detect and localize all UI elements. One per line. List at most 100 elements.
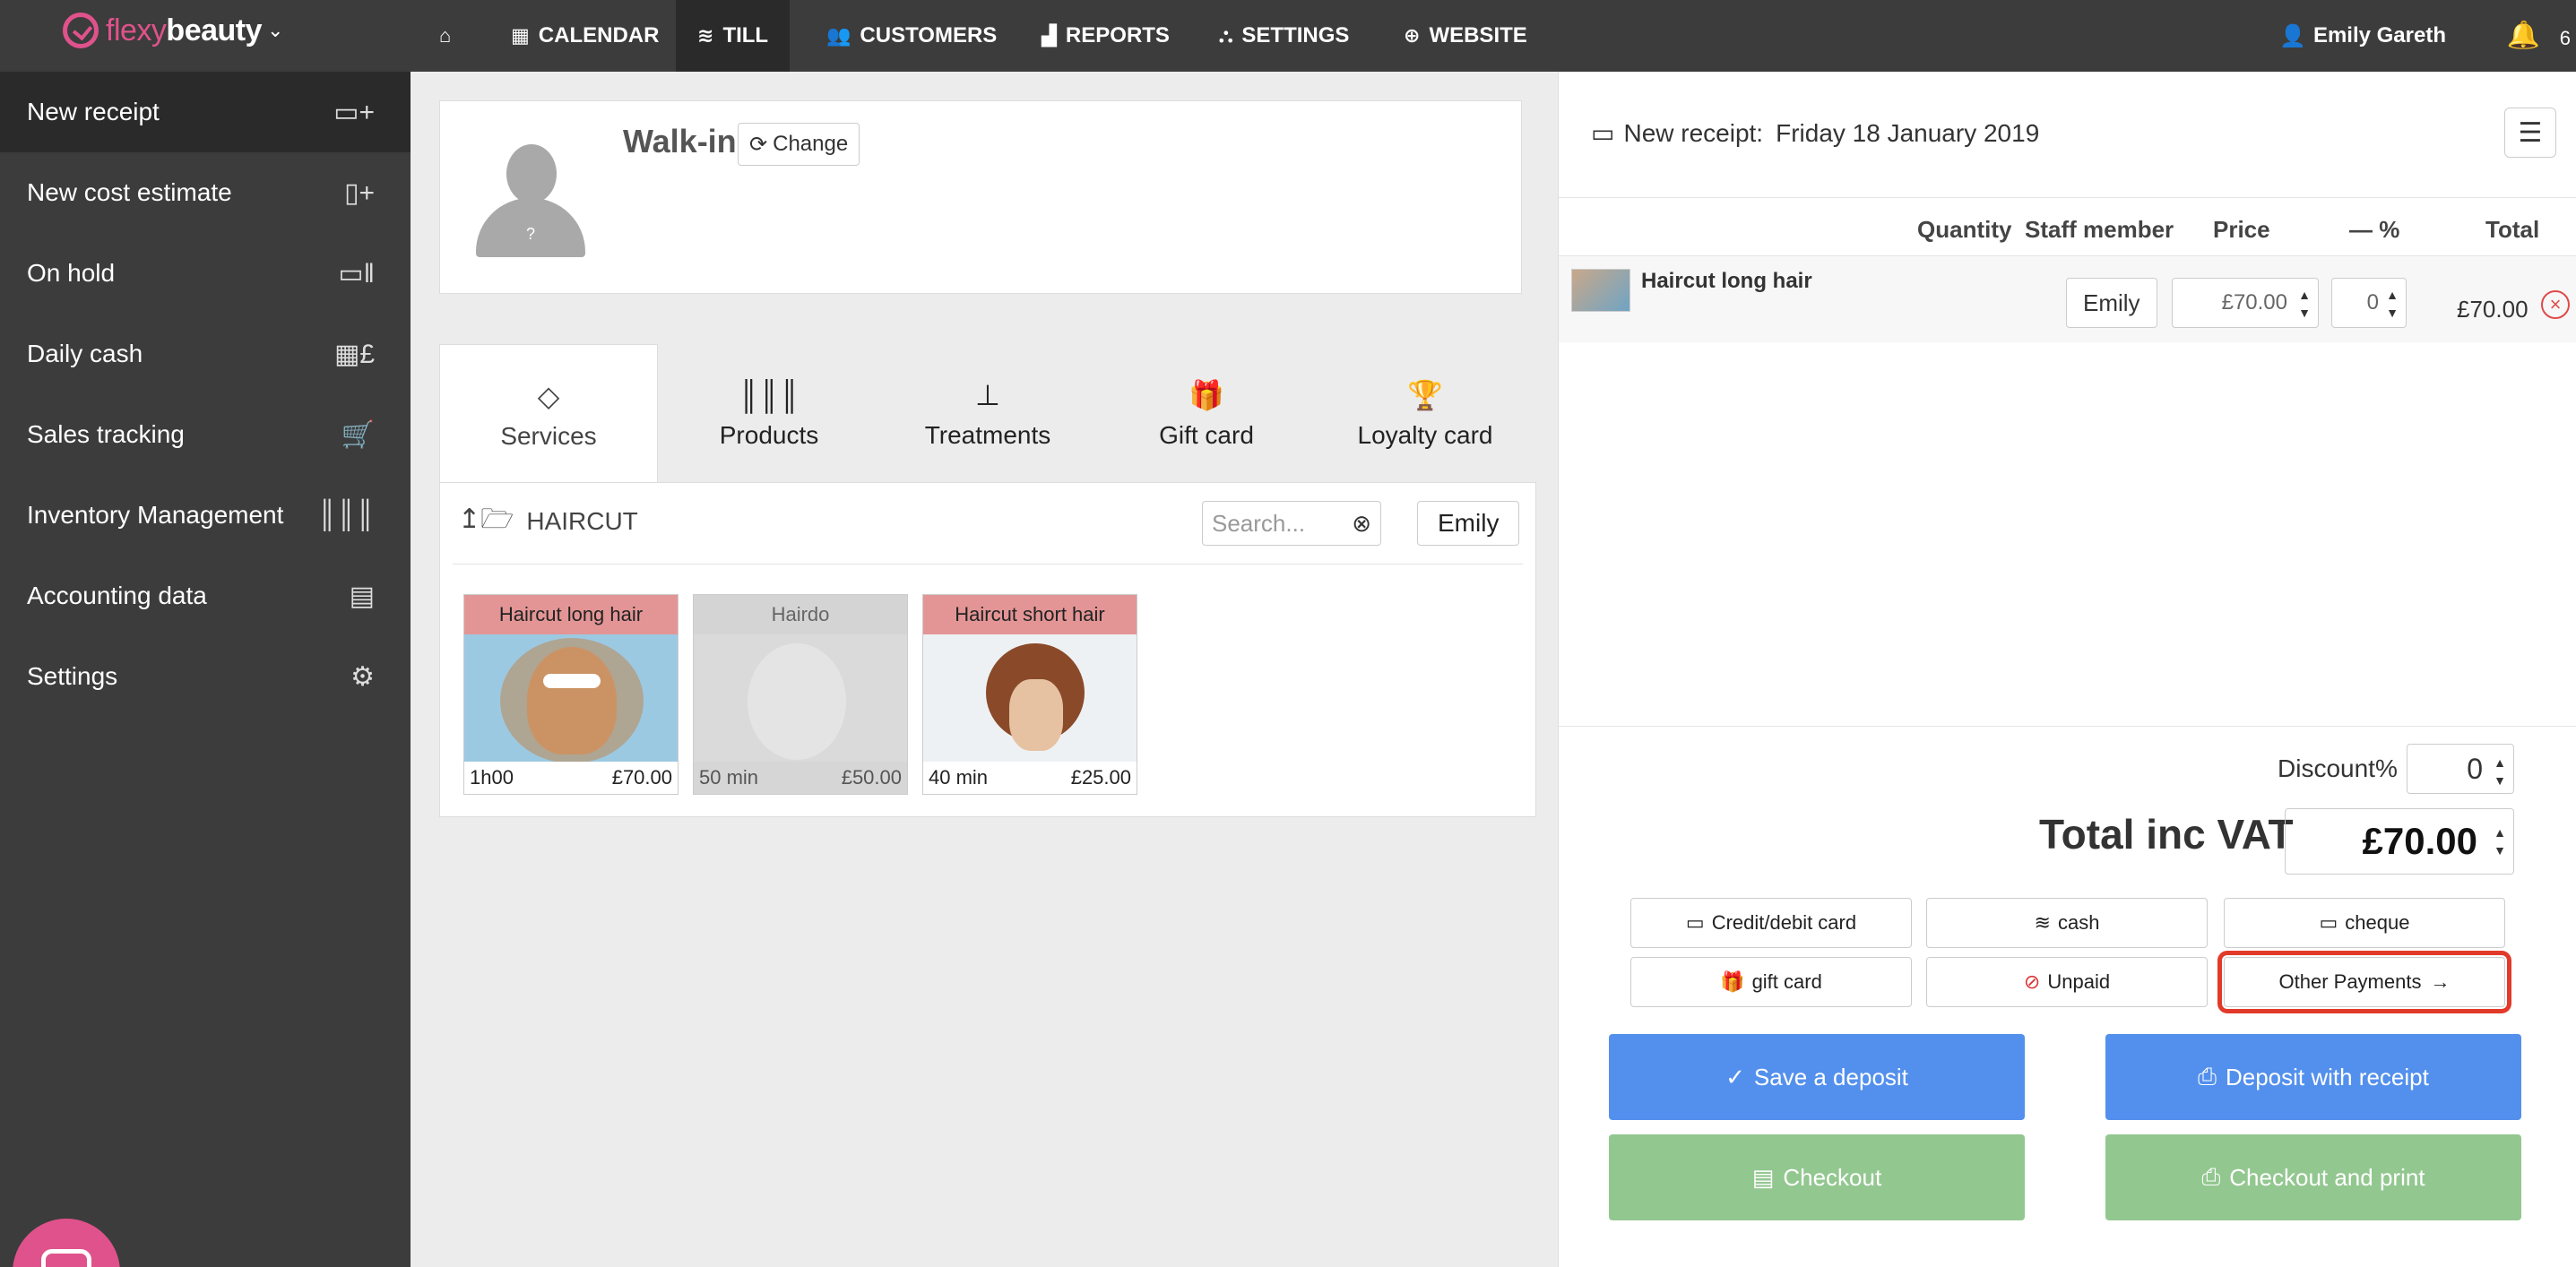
line-price-input[interactable]: £70.00 ▲ ▼ <box>2172 278 2319 328</box>
sidebar-item-on-hold[interactable]: On hold ▭‖ <box>0 233 411 314</box>
other-payments-button[interactable]: Other Payments → <box>2217 951 2511 1013</box>
pay-unpaid-button[interactable]: ⊘ Unpaid <box>1926 957 2208 1007</box>
service-tile[interactable]: Haircut long hair 1h00 £70.00 <box>463 594 679 795</box>
sidebar-item-new-receipt[interactable]: New receipt ▭+ <box>0 72 411 152</box>
service-name: Haircut short hair <box>923 595 1137 634</box>
avatar-mark: ? <box>526 225 536 243</box>
sidebar-item-label: New cost estimate <box>27 178 232 206</box>
sidebar-item-new-cost-estimate[interactable]: New cost estimate ▯+ <box>0 152 411 233</box>
total-value: £70.00 <box>2362 820 2477 862</box>
logo-text-beauty: beauty <box>166 13 263 47</box>
hamburger-menu-icon[interactable]: ☰ <box>2504 108 2556 158</box>
calendar-icon: ▦ <box>511 24 530 47</box>
sidebar-item-inventory-management[interactable]: Inventory Management ║║║ <box>0 475 411 556</box>
sidebar-item-label: New receipt <box>27 98 160 125</box>
pay-card-button[interactable]: ▭ Credit/debit card <box>1630 898 1912 948</box>
item-name: Haircut long hair <box>1641 269 1812 293</box>
folder-up-icon: ↥🗁 <box>458 504 514 534</box>
checkout-and-print-button[interactable]: ⎙ Checkout and print <box>2105 1134 2521 1220</box>
bell-icon[interactable]: 🔔 <box>2507 20 2540 51</box>
total-label: Total inc VAT <box>2039 811 2294 858</box>
tab-gift-card[interactable]: 🎁 Gift card <box>1097 344 1316 484</box>
receipt-icon: ▭ <box>1591 119 1615 147</box>
sidebar-item-accounting-data[interactable]: Accounting data ▤ <box>0 556 411 636</box>
nav-settings-label: SETTINGS <box>1241 23 1350 47</box>
new-receipt-icon: ▭+ <box>333 97 375 127</box>
home-icon: ⌂ <box>439 24 452 47</box>
coins-icon: ≋ <box>697 24 714 47</box>
nav-website-label: WEBSITE <box>1429 23 1527 47</box>
tab-treatments[interactable]: ⊥ Treatments <box>878 344 1097 484</box>
discount-label: Discount% <box>2278 754 2398 782</box>
stepper-icon[interactable]: ▲ ▼ <box>2298 286 2311 322</box>
sidebar-item-label: Daily cash <box>27 340 143 367</box>
pay-gift-card-button[interactable]: 🎁 gift card <box>1630 957 1912 1007</box>
line-total: £70.00 <box>2457 296 2528 323</box>
tab-loyalty-card[interactable]: 🏆 Loyalty card <box>1316 344 1534 484</box>
change-label: Change <box>773 132 849 156</box>
pay-cash-label: cash <box>2057 911 2100 934</box>
table-row: Haircut long hair Emily £70.00 ▲ ▼ 0 ▲ ▼ £… <box>1559 256 2576 342</box>
service-photo <box>464 634 678 762</box>
discount-input[interactable]: 0 ▲ ▼ <box>2407 744 2514 794</box>
store-icon: ⛬ <box>1219 24 1233 47</box>
sidebar-item-daily-cash[interactable]: Daily cash ▦£ <box>0 314 411 394</box>
user-icon: 👤 <box>2279 23 2306 48</box>
remove-line-icon[interactable]: × <box>2541 290 2570 319</box>
sidebar-item-label: Inventory Management <box>27 501 284 529</box>
pay-card-label: Credit/debit card <box>1711 911 1857 934</box>
sidebar-item-sales-tracking[interactable]: Sales tracking 🛒 <box>0 394 411 475</box>
divider <box>1559 726 2576 727</box>
calculator-icon: ▤ <box>349 581 375 611</box>
nav-customers-label: CUSTOMERS <box>860 23 998 47</box>
user-menu[interactable]: 👤 Emily Gareth <box>2279 0 2446 72</box>
gift-icon: 🎁 <box>1189 379 1224 411</box>
staff-filter-button[interactable]: Emily <box>1417 501 1520 546</box>
clear-search-icon[interactable]: ⊗ <box>1352 510 1371 538</box>
folder-breadcrumb[interactable]: ↥🗁 HAIRCUT <box>458 501 638 542</box>
pay-cash-button[interactable]: ≋ cash <box>1926 898 2208 948</box>
cheque-icon: ▭ <box>2319 911 2338 934</box>
flexybeauty-logo[interactable]: flexy beauty ⌄ <box>63 13 283 48</box>
service-duration: 50 min <box>699 766 759 789</box>
sitemap-icon: ⊥ <box>975 379 1000 411</box>
stepper-icon[interactable]: ▲ ▼ <box>2386 286 2399 322</box>
search-input[interactable]: Search... ⊗ <box>1202 501 1381 546</box>
stepper-icon[interactable]: ▲ ▼ <box>2494 754 2506 789</box>
pay-cheque-button[interactable]: ▭ cheque <box>2224 898 2505 948</box>
checkout-button[interactable]: ▤ Checkout <box>1609 1134 2025 1220</box>
deposit-with-receipt-button[interactable]: ⎙ Deposit with receipt <box>2105 1034 2521 1120</box>
sidebar-item-label: Settings <box>27 662 118 690</box>
nav-till-label: TILL <box>722 23 769 47</box>
barcode-icon: ║║║ <box>738 378 800 411</box>
nav-calendar[interactable]: ▦ CALENDAR <box>489 0 680 72</box>
nav-home[interactable]: ⌂ <box>418 0 481 72</box>
tab-products[interactable]: ║║║ Products <box>660 344 878 484</box>
customer-card: ? Walk-in ⟳ Change <box>439 100 1522 294</box>
nav-settings[interactable]: ⛬ SETTINGS <box>1197 0 1370 72</box>
stepper-icon[interactable]: ▲ ▼ <box>2494 823 2506 859</box>
change-customer-button[interactable]: ⟳ Change <box>738 123 860 166</box>
service-tile[interactable]: Hairdo 50 min £50.00 <box>693 594 908 795</box>
save-deposit-button[interactable]: ✓ Save a deposit <box>1609 1034 2025 1120</box>
service-price: £25.00 <box>1070 766 1131 789</box>
line-staff-button[interactable]: Emily <box>2066 278 2157 328</box>
pause-receipt-icon: ▭‖ <box>338 258 375 289</box>
avatar: ? <box>472 139 589 264</box>
tag-icon: ◇ <box>537 379 560 412</box>
sidebar-item-settings[interactable]: Settings ⚙ <box>0 636 411 717</box>
tab-services[interactable]: ◇ Services <box>439 344 658 484</box>
total-input[interactable]: £70.00 ▲ ▼ <box>2285 808 2514 875</box>
chat-launcher-button[interactable] <box>13 1219 120 1267</box>
service-price: £50.00 <box>841 766 902 789</box>
nav-customers[interactable]: 👥 CUSTOMERS <box>805 0 1018 72</box>
line-percent-input[interactable]: 0 ▲ ▼ <box>2331 278 2407 328</box>
nav-reports[interactable]: ▟ REPORTS <box>1020 0 1191 72</box>
nav-till[interactable]: ≋ TILL <box>676 0 791 72</box>
avatar-head <box>506 144 557 203</box>
refresh-icon: ⟳ <box>749 132 768 157</box>
service-tile[interactable]: Haircut short hair 40 min £25.00 <box>922 594 1137 795</box>
service-photo <box>923 634 1137 762</box>
item-thumbnail <box>1571 269 1630 312</box>
nav-website[interactable]: ⊕ WEBSITE <box>1382 0 1549 72</box>
